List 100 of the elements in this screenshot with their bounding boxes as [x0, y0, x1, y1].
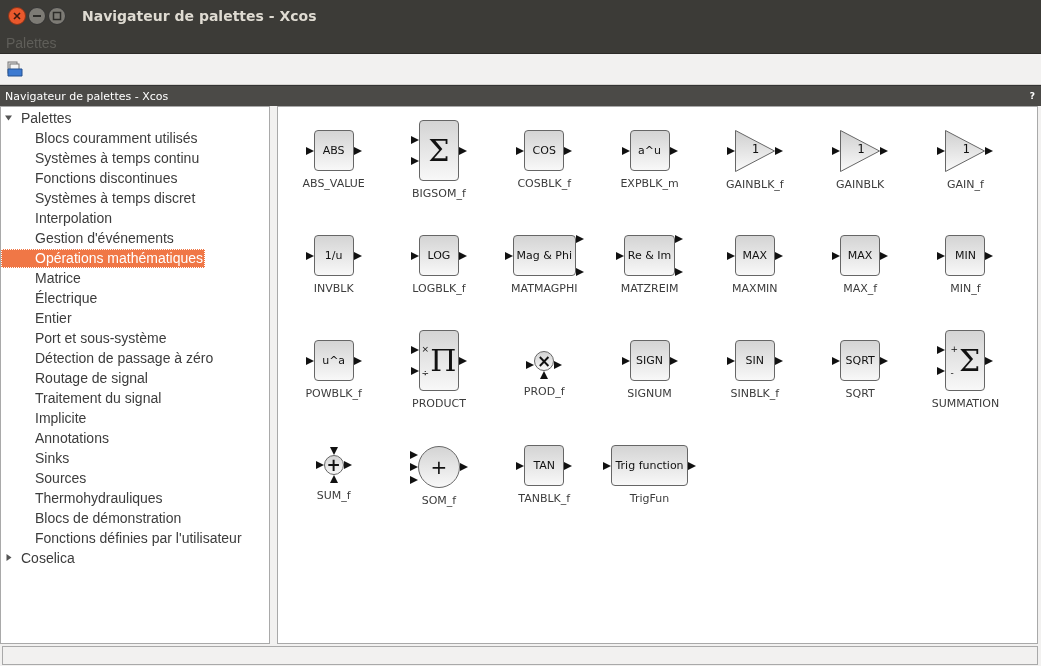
tree-item[interactable]: Sources — [21, 468, 89, 488]
block[interactable]: LOG — [418, 235, 459, 276]
port-arrow-icon — [937, 346, 946, 355]
port-arrow-icon — [880, 251, 889, 260]
port-arrow-icon — [985, 356, 994, 365]
gain-triangle[interactable] — [945, 130, 986, 172]
block[interactable]: Σ — [418, 120, 459, 181]
port-arrow-icon — [687, 461, 696, 470]
port-arrow-icon — [458, 356, 467, 365]
panel-title: Navigateur de palettes - Xcos — [5, 89, 169, 103]
block-symbol: MAX — [847, 249, 873, 262]
block-symbol: SQRT — [845, 354, 875, 367]
tree-item[interactable]: Détection de passage à zéro — [21, 348, 216, 368]
tree-item[interactable]: Blocs de démonstration — [21, 508, 184, 528]
block[interactable]: SIN — [734, 340, 775, 381]
block-name: EXPBLK_m — [620, 177, 679, 190]
block-symbol: ABS — [322, 144, 345, 157]
tree-item[interactable]: Sinks — [21, 448, 72, 468]
block[interactable]: ABS — [313, 130, 354, 171]
block-name: MAXMIN — [732, 282, 778, 295]
port-arrow-icon — [516, 461, 525, 470]
port-arrow-icon — [305, 356, 314, 365]
port-arrow-icon — [937, 366, 946, 375]
block[interactable]: u^a — [313, 340, 354, 381]
block-symbol: Σ — [428, 133, 450, 168]
tree-item[interactable]: Thermohydrauliques — [21, 488, 165, 508]
tree-item[interactable]: Matrice — [21, 268, 83, 288]
port-arrow-icon — [305, 146, 314, 155]
port-arrow-icon — [410, 136, 419, 145]
block-symbol: Σ — [959, 343, 981, 378]
port-arrow-icon — [832, 251, 841, 260]
port-arrow-icon — [880, 147, 889, 155]
tree-item[interactable]: Coselica — [21, 548, 77, 568]
block-name: SUM_f — [316, 489, 351, 502]
tree-item[interactable]: Interpolation — [21, 208, 115, 228]
tree-item[interactable]: Traitement du signal — [21, 388, 164, 408]
tree-item[interactable]: Gestion d'événements — [21, 228, 176, 248]
close-button[interactable] — [8, 7, 26, 25]
block-name: GAIN_f — [946, 178, 984, 191]
block-name: ABS_VALUE — [302, 177, 365, 190]
port-arrow-icon — [774, 356, 783, 365]
block[interactable]: SQRT — [840, 340, 881, 381]
block-name: MATMAGPHI — [511, 282, 578, 295]
block-symbol: Mag & Phi — [516, 249, 572, 262]
tree-item[interactable]: Systèmes à temps discret — [21, 188, 198, 208]
port-arrow-icon — [410, 251, 419, 260]
gain-triangle[interactable] — [734, 130, 775, 172]
caret-icon[interactable] — [5, 554, 13, 562]
port-arrow-icon — [458, 146, 467, 155]
tree-item[interactable]: Port et sous-système — [21, 328, 169, 348]
block-symbol: 1/u — [324, 249, 343, 262]
block-name: SOM_f — [421, 494, 457, 507]
tree-item[interactable]: Fonctions définies par l'utilisateur — [21, 528, 244, 548]
block-name: TrigFun — [629, 492, 670, 505]
block-name: TANBLK_f — [518, 492, 571, 505]
block[interactable]: MIN — [945, 235, 986, 276]
block[interactable]: MAX — [734, 235, 775, 276]
port-arrow-icon — [305, 251, 314, 260]
port-arrow-icon — [832, 356, 841, 365]
tree-item[interactable]: Blocs couramment utilisés — [21, 128, 200, 148]
tree-item[interactable]: Annotations — [21, 428, 111, 448]
block[interactable]: + — [417, 446, 460, 488]
port-arrow-icon — [937, 251, 946, 260]
block[interactable]: SIGN — [629, 340, 670, 381]
port-arrow-icon — [675, 268, 684, 276]
maximize-button[interactable] — [48, 7, 66, 25]
tree-item[interactable]: Routage de signal — [21, 368, 150, 388]
port-arrow-icon — [410, 156, 419, 165]
block[interactable]: Re & Im — [623, 235, 676, 276]
tree-item[interactable]: Implicite — [21, 408, 89, 428]
port-arrow-icon — [726, 251, 735, 260]
port-arrow-icon — [575, 235, 584, 243]
tree-item[interactable]: Palettes — [21, 108, 74, 128]
port-arrow-icon — [621, 146, 630, 155]
block[interactable]: COS — [524, 130, 565, 171]
caret-icon[interactable] — [5, 114, 13, 122]
block-symbol: TAN — [533, 459, 556, 472]
help-button[interactable]: ? — [1029, 91, 1035, 101]
port-arrow-icon — [621, 356, 630, 365]
tree-item[interactable]: Systèmes à temps continu — [21, 148, 202, 168]
block[interactable]: a^u — [629, 130, 670, 171]
block-name: GAINBLK_f — [725, 178, 784, 191]
gain-triangle[interactable] — [840, 130, 881, 172]
open-folder-icon[interactable] — [7, 61, 23, 77]
block-name: COSBLK_f — [517, 177, 572, 190]
block[interactable]: Mag & Phi — [512, 235, 576, 276]
block[interactable]: 1/u — [313, 235, 354, 276]
block[interactable]: TAN — [524, 445, 565, 486]
block[interactable]: Trig function — [611, 445, 688, 486]
tree-item[interactable]: Électrique — [21, 288, 100, 308]
block[interactable]: MAX — [840, 235, 881, 276]
port-arrow-icon — [669, 356, 678, 365]
minimize-button[interactable] — [28, 7, 46, 25]
block-text: 1 — [751, 142, 760, 156]
tree-item[interactable]: Fonctions discontinues — [21, 168, 180, 188]
block-symbol: Trig function — [615, 459, 684, 472]
block-name: GAINBLK — [835, 178, 885, 191]
block-symbol: LOG — [427, 249, 451, 262]
port-arrow-icon — [774, 147, 783, 155]
tree-item[interactable]: Entier — [21, 308, 74, 328]
